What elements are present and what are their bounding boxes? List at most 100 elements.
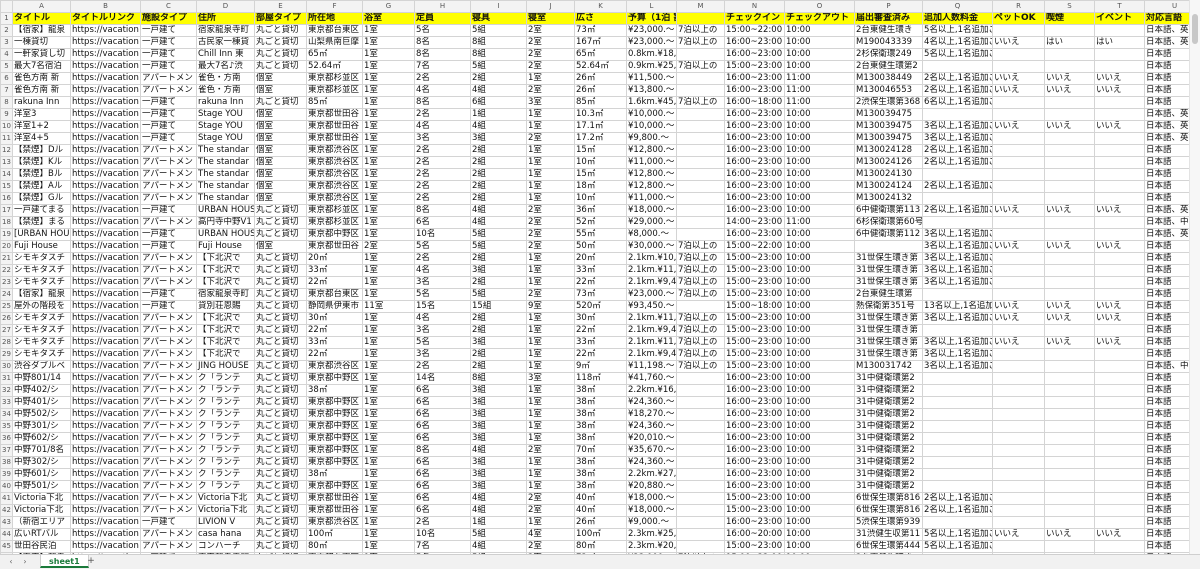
cell[interactable] (676, 300, 725, 313)
cell[interactable]: 東京都世田谷 (306, 132, 363, 145)
cell[interactable]: 7泊以上の (676, 252, 725, 265)
cell[interactable] (1044, 132, 1095, 145)
cell[interactable]: 4組 (470, 216, 527, 229)
cell[interactable]: 10:00 (784, 324, 855, 337)
cell[interactable]: 一戸建て (140, 228, 197, 241)
header-cell[interactable]: 予算（1泊 割引 (626, 12, 677, 25)
cell[interactable]: ¥30,000.～ (626, 240, 677, 253)
cell[interactable] (1044, 216, 1095, 229)
cell[interactable]: 16:00~23:00 (724, 372, 785, 385)
cell[interactable] (992, 48, 1045, 61)
cell[interactable]: 丸ごと貸切 (254, 504, 307, 517)
cell[interactable]: アパートメン (140, 372, 197, 385)
cell[interactable]: いいえ (1044, 240, 1095, 253)
cell[interactable] (1094, 108, 1145, 121)
cell[interactable]: 52.64㎡ (574, 60, 627, 73)
cell[interactable]: 15:00~23:00 (724, 252, 785, 265)
cell[interactable]: 13名以上,1名追加 (922, 300, 993, 313)
row-number[interactable]: 37 (0, 444, 13, 457)
cell[interactable]: 38㎡ (574, 480, 627, 493)
cell[interactable]: 【禁煙】Kル (12, 156, 71, 169)
cell[interactable]: 雀色方南 新 (12, 84, 71, 97)
cell[interactable]: 1室 (362, 120, 415, 133)
cell[interactable]: いいえ (1094, 84, 1145, 97)
cell[interactable]: 33㎡ (306, 336, 363, 349)
cell[interactable] (992, 432, 1045, 445)
cell[interactable]: アパートメン (140, 168, 197, 181)
cell[interactable]: https://vacation (70, 216, 141, 229)
cell[interactable]: 10:00 (784, 252, 855, 265)
cell[interactable] (922, 216, 993, 229)
cell[interactable]: 2名以上,1名追加ご (922, 84, 993, 97)
cell[interactable] (1094, 48, 1145, 61)
cell[interactable]: 31中健衛環第2 (854, 468, 923, 481)
cell[interactable]: 16:00~23:00 (724, 84, 785, 97)
column-header[interactable]: S (1044, 0, 1095, 13)
cell[interactable] (1094, 276, 1145, 289)
cell[interactable] (922, 456, 993, 469)
cell[interactable]: 10:00 (784, 180, 855, 193)
cell[interactable]: 31世保生環き第 (854, 252, 923, 265)
cell[interactable]: 3組 (470, 132, 527, 145)
cell[interactable] (992, 324, 1045, 337)
cell[interactable]: 1室 (526, 432, 575, 445)
cell[interactable] (1044, 360, 1095, 373)
cell[interactable] (1094, 468, 1145, 481)
cell[interactable]: 1室 (526, 468, 575, 481)
cell[interactable]: 丸ごと貸切 (254, 216, 307, 229)
cell[interactable] (992, 108, 1045, 121)
cell[interactable]: アパートメン (140, 420, 197, 433)
cell[interactable]: 4組 (470, 84, 527, 97)
cell[interactable]: 5組 (470, 60, 527, 73)
cell[interactable] (992, 420, 1045, 433)
cell[interactable]: ¥11,500.～ (626, 72, 677, 85)
cell[interactable] (676, 192, 725, 205)
cell[interactable]: 日本語、英語 (1144, 132, 1190, 145)
cell[interactable]: 9室 (526, 300, 575, 313)
header-cell[interactable]: 部屋タイプ (254, 12, 307, 25)
cell[interactable]: 10:00 (784, 120, 855, 133)
cell[interactable]: 1室 (362, 252, 415, 265)
row-number[interactable]: 9 (0, 108, 13, 121)
cell[interactable]: 1室 (526, 420, 575, 433)
cell[interactable]: 10:00 (784, 480, 855, 493)
cell[interactable]: 1.6km.¥45, (626, 96, 677, 109)
cell[interactable]: 10:00 (784, 264, 855, 277)
cell[interactable]: 5名以上,1名追加ご (922, 540, 993, 553)
cell[interactable]: 15:00~23:00 (724, 312, 785, 325)
cell[interactable]: 6名 (414, 456, 471, 469)
cell[interactable] (676, 408, 725, 421)
cell[interactable]: 10:00 (784, 468, 855, 481)
cell[interactable]: 31中健衛環第2 (854, 408, 923, 421)
cell[interactable]: 3組 (470, 396, 527, 409)
cell[interactable]: 日本語 (1144, 372, 1190, 385)
cell[interactable]: 1室 (526, 180, 575, 193)
cell[interactable]: 22㎡ (574, 276, 627, 289)
row-number[interactable]: 23 (0, 276, 13, 289)
cell[interactable]: 6名 (414, 492, 471, 505)
cell[interactable]: ク「ランテ (196, 456, 255, 469)
column-header[interactable]: N (724, 0, 785, 13)
cell[interactable]: いいえ (1094, 120, 1145, 133)
cell[interactable]: 5組 (470, 528, 527, 541)
cell[interactable]: 38㎡ (574, 456, 627, 469)
cell[interactable]: 85㎡ (306, 96, 363, 109)
cell[interactable]: 7名 (414, 60, 471, 73)
cell[interactable]: 1室 (526, 396, 575, 409)
cell[interactable]: 16:00~23:00 (724, 204, 785, 217)
cell[interactable]: 3名以上,1名追加ご (922, 312, 993, 325)
cell[interactable]: https://vacation (70, 348, 141, 361)
cell[interactable]: 東京都世田谷 (306, 504, 363, 517)
cell[interactable]: 2室 (526, 240, 575, 253)
cell[interactable]: 5組 (470, 24, 527, 37)
cell[interactable]: 7泊以上の (676, 60, 725, 73)
cell[interactable]: 2名 (414, 360, 471, 373)
cell[interactable]: いいえ (992, 300, 1045, 313)
cell[interactable]: 2組 (470, 312, 527, 325)
cell[interactable] (1044, 348, 1095, 361)
cell[interactable]: https://vacation (70, 324, 141, 337)
cell[interactable]: 14名 (414, 372, 471, 385)
cell[interactable]: 静岡県伊東市 (306, 300, 363, 313)
cell[interactable]: 2組 (470, 252, 527, 265)
cell[interactable]: 38㎡ (574, 396, 627, 409)
